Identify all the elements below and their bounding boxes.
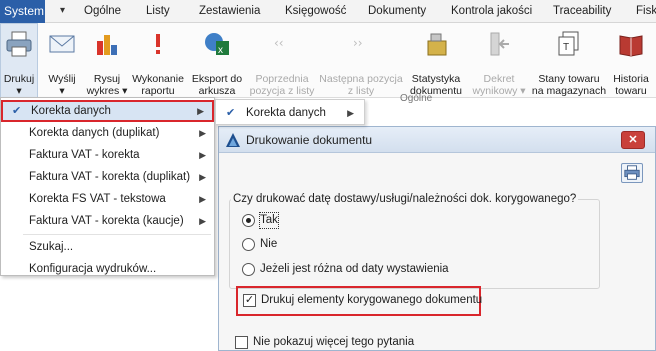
radio-tak-label: Tak: [259, 212, 279, 229]
tab-traceability[interactable]: Traceability: [553, 0, 611, 23]
radio-jezeli-rozna[interactable]: Jeżeli jest różna od daty wystawienia: [242, 262, 462, 278]
exclamation-icon: [156, 34, 160, 54]
submenu-arrow-icon: ▶: [199, 216, 206, 226]
drukuj-dropdown-menu: ✔ Korekta danych ▶ Korekta danych (dupli…: [0, 97, 215, 276]
menu-item-faktura-vat-korekta-kaucje[interactable]: Faktura VAT - korekta (kaucje) ▶: [1, 210, 214, 232]
svg-text:T: T: [563, 42, 569, 53]
tab-zestawienia[interactable]: Zestawienia: [199, 0, 260, 23]
nastepna-pozycja-button[interactable]: ›› Następna pozycja z listy: [318, 23, 404, 98]
menu-item-korekta-danych-duplikat[interactable]: Korekta danych (duplikat) ▶: [1, 122, 214, 144]
check-icon: ✔: [12, 105, 22, 117]
menu-item-label: Korekta danych (duplikat): [29, 127, 160, 139]
print-settings-button[interactable]: [621, 163, 643, 183]
menu-item-label: Szukaj...: [29, 241, 74, 253]
app-logo-icon: [226, 133, 240, 147]
menu-item-label: Faktura VAT - korekta (duplikat): [29, 171, 191, 183]
menu-item-label: Faktura VAT - korekta: [29, 149, 140, 161]
system-menu-button[interactable]: System: [0, 0, 45, 23]
submenu-arrow-icon: ▶: [199, 194, 206, 204]
check-icon: ✔: [226, 107, 236, 119]
printer-icon: [624, 165, 640, 180]
stany-towaru-button[interactable]: T Stany towaru na magazynach: [530, 23, 608, 98]
radio-nie-label: Nie: [260, 238, 278, 250]
close-icon: ✕: [628, 134, 638, 146]
menu-item-label: Konfiguracja wydruków...: [29, 263, 157, 275]
submenu-arrow-icon: ▶: [197, 106, 204, 116]
next-arrow-icon: ››: [353, 36, 363, 50]
tab-listy[interactable]: Listy: [146, 0, 170, 23]
close-button[interactable]: ✕: [621, 131, 645, 149]
menu-item-label: Korekta danych: [31, 105, 111, 117]
envelope-icon: [49, 35, 75, 53]
excel-export-icon: x: [205, 33, 229, 56]
date-question-label: Czy drukować datę dostawy/usługi/należno…: [231, 193, 579, 205]
drukuj-button[interactable]: Drukuj ▾: [0, 23, 38, 98]
eksport-do-arkusza-button[interactable]: x Eksport do arkusza: [188, 23, 246, 98]
nie-pokazuj-label: Nie pokazuj więcej tego pytania: [253, 336, 415, 348]
tab-ogolne[interactable]: Ogólne: [84, 0, 121, 23]
radio-nie-indicator[interactable]: [242, 238, 255, 251]
prev-arrow-icon: ‹‹: [274, 36, 284, 50]
menu-bar: System ▾ Ogólne Listy Zestawienia Księgo…: [0, 0, 656, 23]
tab-dokumenty[interactable]: Dokumenty: [368, 0, 426, 23]
dekret-wynikowy-button[interactable]: Dekret wynikowy ▾: [468, 23, 530, 98]
menu-item-label: Faktura VAT - korekta (kaucje): [29, 215, 184, 227]
quick-access-dropdown-icon[interactable]: ▾: [60, 0, 70, 23]
nie-pokazuj-checkbox-box[interactable]: [235, 336, 248, 349]
radio-nie[interactable]: Nie: [242, 237, 462, 253]
menu-separator: [23, 234, 211, 235]
tab-ksiegowosc[interactable]: Księgowość: [285, 0, 346, 23]
dekret-icon: [490, 32, 509, 56]
submenu-item-korekta-danych[interactable]: ✔ Korekta danych ▶: [216, 102, 364, 124]
dialog-title: Drukowanie dokumentu: [246, 133, 373, 147]
menu-item-konfiguracja-wydrukow[interactable]: Konfiguracja wydruków...: [1, 258, 214, 280]
submenu-arrow-icon: ▶: [199, 150, 206, 160]
svg-text:››: ››: [353, 36, 363, 50]
radio-jezeli-rozna-label: Jeżeli jest różna od daty wystawienia: [260, 263, 449, 275]
radio-tak-indicator[interactable]: [242, 214, 255, 227]
radio-tak[interactable]: Tak: [242, 212, 462, 229]
bar-chart-icon: [97, 35, 117, 55]
tab-kontrola-jakosci[interactable]: Kontrola jakości: [451, 0, 532, 23]
radio-jezeli-rozna-indicator[interactable]: [242, 263, 255, 276]
printer-icon: [6, 31, 32, 57]
menu-item-korekta-danych[interactable]: ✔ Korekta danych ▶: [1, 100, 214, 122]
menu-item-szukaj[interactable]: Szukaj...: [1, 236, 214, 258]
submenu-arrow-icon: ▶: [347, 108, 354, 118]
drukuj-elementy-checkbox-box[interactable]: ✓: [243, 294, 256, 307]
poprzednia-pozycja-button[interactable]: ‹‹ Poprzednia pozycja z listy: [246, 23, 318, 98]
submenu-arrow-icon: ▶: [199, 172, 206, 182]
wykonanie-raportu-button[interactable]: Wykonanie raportu: [128, 23, 188, 98]
svg-text:‹‹: ‹‹: [274, 36, 284, 50]
menu-item-faktura-vat-korekta-duplikat[interactable]: Faktura VAT - korekta (duplikat) ▶: [1, 166, 214, 188]
menu-item-faktura-vat-korekta[interactable]: Faktura VAT - korekta ▶: [1, 144, 214, 166]
statystyka-dokumentu-button[interactable]: Statystyka dokumentu: [404, 23, 468, 98]
rysuj-wykres-button[interactable]: Rysuj wykres ▾: [86, 23, 128, 98]
submenu-item-label: Korekta danych: [246, 107, 326, 119]
svg-text:x: x: [218, 45, 223, 56]
weights-icon: [427, 33, 447, 56]
korekta-danych-submenu: ✔ Korekta danych ▶: [215, 99, 365, 125]
submenu-arrow-icon: ▶: [199, 128, 206, 138]
ribbon: Drukuj ▾ Wyślij ▾ Rysuj wykres ▾ Wykonan…: [0, 23, 656, 104]
tab-fisk[interactable]: Fisk: [636, 0, 656, 23]
ribbon-group-label: Ogólne: [400, 93, 433, 104]
drukuj-elementy-label: Drukuj elementy korygowanego dokumentu: [261, 294, 483, 306]
wyslij-button[interactable]: Wyślij ▾: [38, 23, 86, 98]
historia-towaru-button[interactable]: Historia towaru: [608, 23, 654, 98]
menu-item-korekta-fs-vat-tekstowa[interactable]: Korekta FS VAT - tekstowa ▶: [1, 188, 214, 210]
print-dialog: Drukowanie dokumentu ✕ Czy drukować datę…: [218, 126, 656, 351]
stock-icon: T: [558, 31, 579, 56]
dialog-titlebar[interactable]: Drukowanie dokumentu ✕: [219, 127, 655, 153]
menu-item-label: Korekta FS VAT - tekstowa: [29, 193, 166, 205]
history-book-icon: [619, 35, 643, 57]
